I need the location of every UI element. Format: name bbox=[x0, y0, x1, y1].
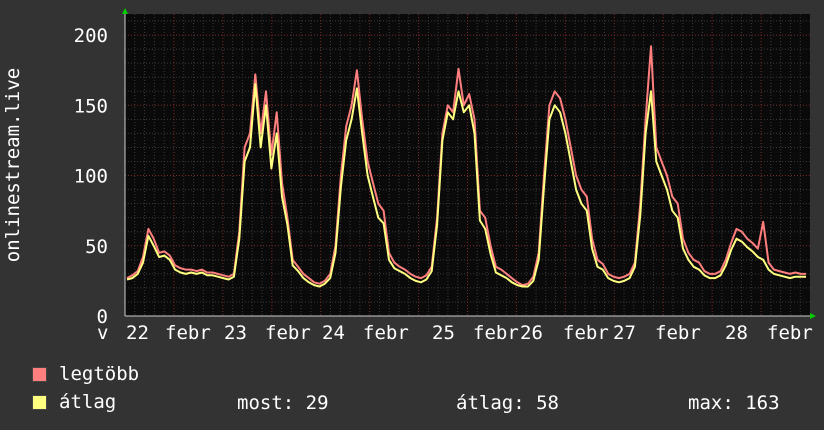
x-tick-label: febr bbox=[473, 322, 519, 344]
x-tick-label: 28 bbox=[725, 322, 748, 344]
stat-avg: átlag: 58 bbox=[456, 392, 559, 414]
legend-avg: átlag bbox=[32, 391, 117, 413]
y-tick-label: 100 bbox=[74, 166, 108, 188]
stat-now: most: 29 bbox=[237, 392, 329, 414]
x-axis-arrow bbox=[810, 313, 816, 319]
legend-max: legtöbb bbox=[32, 363, 140, 385]
x-tick-labels: v 22 febr 23 febr 24 febr 25 febr 26 febr 27 febr 28 f… bbox=[97, 322, 813, 344]
legend-avg-label: átlag bbox=[59, 391, 117, 413]
legend-max-swatch bbox=[32, 366, 47, 382]
x-tick-label: 22 bbox=[126, 322, 149, 344]
x-tick-label: 26 bbox=[520, 322, 543, 344]
x-tick-label: 23 bbox=[224, 322, 247, 344]
x-tick-label: v bbox=[97, 322, 108, 344]
stat-max: max: 163 bbox=[688, 392, 780, 414]
x-tick-label: 25 bbox=[432, 322, 455, 344]
x-tick-label: febr bbox=[563, 322, 609, 344]
x-tick-label: febr bbox=[363, 322, 409, 344]
x-tick-label: febr bbox=[265, 322, 311, 344]
y-tick-labels: 050100150200 bbox=[74, 25, 108, 328]
x-tick-label: febr bbox=[767, 322, 813, 344]
y-axis-arrow bbox=[122, 8, 128, 14]
y-tick-label: 200 bbox=[74, 25, 108, 47]
x-tick-label: febr bbox=[655, 322, 701, 344]
legend-max-label: legtöbb bbox=[59, 363, 140, 385]
y-tick-label: 50 bbox=[85, 236, 108, 258]
legend-avg-swatch bbox=[32, 394, 47, 410]
x-tick-label: 27 bbox=[613, 322, 636, 344]
chart: 050100150200 v 22 febr 23 febr 24 febr 25 febr 26… bbox=[2, 8, 816, 344]
x-tick-label: 24 bbox=[322, 322, 345, 344]
y-axis-label: onlinestream.live bbox=[2, 68, 24, 262]
x-tick-label: febr bbox=[165, 322, 211, 344]
y-tick-label: 150 bbox=[74, 95, 108, 117]
